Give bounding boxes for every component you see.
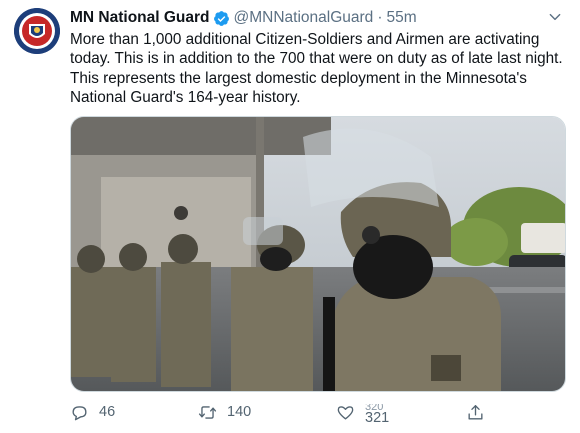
tweet-photo[interactable] xyxy=(70,116,566,392)
separator-dot: · xyxy=(377,9,383,26)
verified-badge-icon xyxy=(213,10,229,26)
tweet-text: More than 1,000 additional Citizen-Soldi… xyxy=(70,31,563,107)
guard-soldiers-photo xyxy=(71,117,565,391)
avatar[interactable] xyxy=(14,8,60,54)
share-button[interactable] xyxy=(466,398,495,426)
tweet-header: MN National Guard @MNNationalGuard · 55m xyxy=(70,8,570,28)
like-count-stack: 320 321 xyxy=(365,404,389,425)
heart-icon xyxy=(337,405,354,420)
tweet-card[interactable]: MN National Guard @MNNationalGuard · 55m… xyxy=(0,0,580,433)
retweet-button[interactable]: 140 xyxy=(198,398,251,426)
seal-icon xyxy=(14,8,60,54)
chevron-down-icon[interactable] xyxy=(548,10,562,24)
handle[interactable]: @MNNationalGuard xyxy=(234,9,374,27)
like-count: 321 xyxy=(365,409,390,426)
like-button[interactable]: 320 321 xyxy=(336,398,389,426)
reply-button[interactable]: 46 xyxy=(70,398,115,426)
display-name[interactable]: MN National Guard xyxy=(70,9,210,27)
reply-count: 46 xyxy=(99,404,116,420)
share-icon xyxy=(468,404,483,420)
tweet-actions: 46 140 320 321 xyxy=(70,398,570,428)
retweet-icon xyxy=(198,405,217,419)
retweet-count: 140 xyxy=(227,404,252,420)
reply-icon xyxy=(72,405,87,420)
timestamp[interactable]: 55m xyxy=(386,9,416,27)
